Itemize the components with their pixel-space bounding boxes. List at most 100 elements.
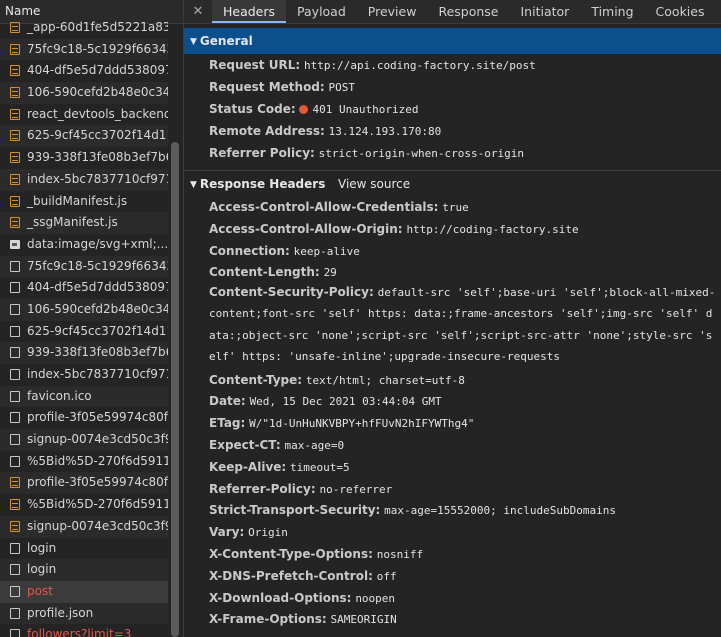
network-request-row[interactable]: %5Bid%5D-270f6d5911.. — [0, 451, 168, 473]
header-value: 401 Unauthorized — [312, 103, 419, 116]
document-icon — [10, 260, 20, 272]
header-key: Remote Address: — [209, 124, 325, 138]
header-key: X-Content-Type-Options: — [209, 547, 373, 561]
network-request-row[interactable]: followers?limit=3 — [0, 624, 168, 637]
request-name: _ssgManifest.js — [27, 215, 118, 230]
document-icon — [10, 542, 20, 554]
document-icon — [10, 303, 20, 315]
request-name: profile-3f05e59974c80f30. — [27, 475, 168, 490]
network-request-row[interactable]: signup-0074e3cd50c3f99. — [0, 515, 168, 538]
js-file-icon — [10, 499, 20, 511]
document-icon — [10, 585, 20, 597]
response-header-row: Vary: Origin — [209, 521, 717, 544]
header-value: timeout=5 — [290, 460, 350, 474]
header-value: Wed, 15 Dec 2021 03:44:04 GMT — [249, 395, 442, 409]
network-request-row[interactable]: _app-60d1fe5d5221a833. — [0, 17, 168, 39]
response-headers-section-header[interactable]: ▼ Response Headers View source — [184, 170, 721, 197]
response-header-row: Expect-CT: max-age=0 — [209, 434, 717, 457]
response-header-row: Referrer-Policy: no-referrer — [209, 478, 717, 501]
network-request-row[interactable]: data:image/svg+xml;... — [0, 234, 168, 256]
header-value: off — [376, 569, 397, 583]
request-name: 75fc9c18-5c1929f66343f. — [27, 258, 168, 273]
network-request-row[interactable]: 75fc9c18-5c1929f66343f. — [0, 38, 168, 61]
general-header-row: Remote Address: 13.124.193.170:80 — [209, 120, 717, 143]
network-request-row[interactable]: signup-0074e3cd50c3f99. — [0, 429, 168, 451]
network-request-row[interactable]: 404-df5e5d7ddd538097b. — [0, 277, 168, 299]
document-icon — [10, 455, 20, 467]
response-header-row: ETag: W/"1d-UnHuNKVBPY+hfFUvN2hIFYWThg4" — [209, 412, 717, 435]
js-file-icon — [10, 43, 20, 55]
response-header-row: X-Frame-Options: SAMEORIGIN — [209, 608, 717, 631]
network-request-row[interactable]: 106-590cefd2b48e0c34b. — [0, 82, 168, 104]
network-request-row[interactable]: %5Bid%5D-270f6d5911.. — [0, 494, 168, 516]
header-key: X-Download-Options: — [209, 590, 352, 605]
header-key: Access-Control-Allow-Credentials: — [209, 200, 439, 214]
close-icon[interactable]: ✕ — [184, 0, 212, 23]
response-header-row: Date: Wed, 15 Dec 2021 03:44:04 GMT — [209, 390, 717, 413]
request-name: favicon.ico — [27, 388, 92, 403]
js-file-icon — [10, 520, 20, 532]
js-file-icon — [10, 477, 20, 489]
response-header-row: X-Download-Options: noopen — [209, 587, 717, 610]
request-name: index-5bc7837710cf9711. — [27, 171, 168, 186]
view-source-link[interactable]: View source — [338, 171, 410, 197]
request-name: login — [27, 562, 57, 577]
network-request-row[interactable]: 939-338f13fe08b3ef7b65. — [0, 342, 168, 364]
request-name: post — [27, 583, 53, 598]
file-list: _app-60d1fe5d5221a833. 75fc9c18-5c1929f66… — [0, 17, 168, 637]
header-key: Vary: — [209, 525, 245, 540]
tab-payload[interactable]: Payload — [286, 0, 357, 23]
network-request-row[interactable]: profile-3f05e59974c80f30. — [0, 407, 168, 429]
network-request-row[interactable]: _buildManifest.js — [0, 191, 168, 213]
header-key: Keep-Alive: — [209, 459, 287, 474]
js-file-icon — [10, 217, 20, 229]
js-file-icon — [10, 195, 20, 207]
header-value: nosniff — [376, 548, 424, 561]
request-name: react_devtools_backend.js — [27, 106, 168, 121]
js-file-icon — [10, 173, 20, 185]
header-key: Date: — [209, 394, 246, 409]
network-request-row[interactable]: login — [0, 559, 168, 581]
file-list-scrollbar[interactable] — [171, 142, 179, 637]
network-request-row[interactable]: index-5bc7837710cf9711. — [0, 168, 168, 191]
tab-cookies[interactable]: Cookies — [645, 0, 716, 23]
tab-headers[interactable]: Headers — [212, 0, 287, 23]
network-request-row[interactable]: 625-9cf45cc3702f14d11b — [0, 321, 168, 343]
header-key: Request URL: — [209, 58, 301, 72]
network-request-row[interactable]: post — [0, 580, 168, 603]
network-request-row[interactable]: 106-590cefd2b48e0c34b. — [0, 298, 168, 321]
request-name: data:image/svg+xml;... — [27, 236, 168, 251]
header-key: Content-Length: — [209, 265, 320, 280]
network-request-row[interactable]: profile.json — [0, 602, 168, 625]
header-key: X-DNS-Prefetch-Control: — [209, 568, 373, 583]
header-key: Content-Security-Policy: — [209, 285, 374, 300]
network-request-row[interactable]: favicon.ico — [0, 385, 168, 408]
network-request-row[interactable]: 404-df5e5d7ddd538097b. — [0, 60, 168, 82]
triangle-down-icon: ▼ — [190, 180, 197, 190]
network-request-row[interactable]: react_devtools_backend.js — [0, 104, 168, 126]
tab-timing[interactable]: Timing — [580, 0, 644, 23]
request-name: 404-df5e5d7ddd538097b. — [27, 280, 168, 295]
network-request-row[interactable]: index-5bc7837710cf9711. — [0, 364, 168, 386]
network-request-row[interactable]: login — [0, 538, 168, 560]
network-request-row[interactable]: 939-338f13fe08b3ef7b65. — [0, 147, 168, 169]
network-request-row[interactable]: profile-3f05e59974c80f30. — [0, 472, 168, 495]
general-header-row: Request Method: POST — [209, 76, 717, 99]
js-file-icon — [10, 65, 20, 77]
general-section-header[interactable]: ▼ General — [184, 28, 721, 54]
document-icon — [10, 369, 20, 380]
response-header-row: Strict-Transport-Security: max-age=15552… — [209, 499, 717, 522]
network-request-row[interactable]: 625-9cf45cc3702f14d11b — [0, 125, 168, 148]
response-headers-title: Response Headers — [199, 177, 326, 191]
header-value: POST — [328, 81, 356, 94]
request-name: profile-3f05e59974c80f30. — [27, 410, 168, 425]
header-key: Content-Type: — [209, 372, 303, 387]
tab-preview[interactable]: Preview — [357, 0, 428, 23]
network-request-row[interactable]: 75fc9c18-5c1929f66343f. — [0, 255, 168, 278]
network-request-row[interactable]: _ssgManifest.js — [0, 212, 168, 234]
header-key: Access-Control-Allow-Origin: — [209, 221, 403, 236]
tab-response[interactable]: Response — [427, 0, 509, 23]
tab-initiator[interactable]: Initiator — [510, 0, 581, 23]
request-name: 939-338f13fe08b3ef7b65. — [27, 150, 168, 165]
js-file-icon — [10, 87, 20, 99]
